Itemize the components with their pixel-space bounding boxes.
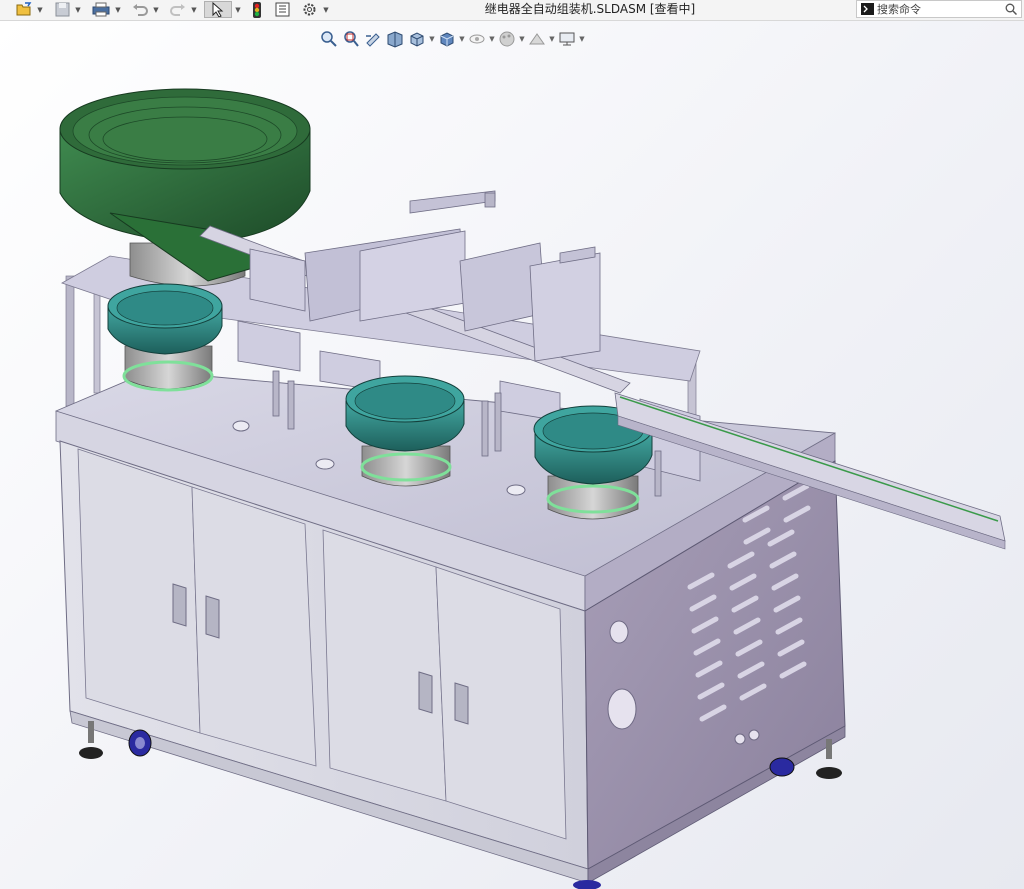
assembly-model[interactable] — [0, 21, 1024, 889]
open-file-icon[interactable] — [14, 1, 34, 18]
traffic-light-icon[interactable] — [248, 1, 266, 18]
frame-post — [65, 275, 75, 407]
chevron-down-icon[interactable]: ▼ — [322, 4, 330, 16]
vibratory-bowl-small[interactable] — [107, 283, 223, 392]
select-arrow-icon[interactable] — [204, 1, 232, 18]
table-hole — [315, 458, 335, 470]
cable-hole — [748, 729, 760, 741]
graphics-area[interactable]: ▼ ▼ ▼ ▼ ▼ ▼ — [0, 21, 1024, 889]
chevron-down-icon[interactable]: ▼ — [190, 4, 198, 16]
options-gear-icon[interactable] — [298, 1, 320, 18]
chevron-down-icon[interactable]: ▼ — [114, 4, 122, 16]
document-title: 继电器全自动组装机.SLDASM [查看中] — [484, 2, 696, 16]
cable-hole — [607, 688, 637, 730]
print-icon[interactable] — [90, 1, 112, 18]
table-hole — [232, 420, 250, 432]
caster-wheel — [769, 757, 795, 777]
chevron-down-icon[interactable]: ▼ — [152, 4, 160, 16]
search-icon[interactable] — [1005, 3, 1017, 15]
chevron-down-icon[interactable]: ▼ — [74, 4, 82, 16]
save-icon[interactable] — [52, 1, 72, 18]
title-bar: ▼ ▼ ▼ ▼ ▼ ▼ ▼ 继电器全自动组装机.SLDASM [查看中] — [0, 0, 1024, 21]
undo-icon[interactable] — [130, 1, 150, 18]
door-handle[interactable] — [454, 682, 469, 725]
caster-wheel — [573, 880, 601, 889]
cable-hole — [609, 620, 629, 644]
search-box[interactable] — [856, 0, 1022, 18]
cabinet-door[interactable] — [322, 529, 447, 802]
search-input[interactable] — [877, 2, 997, 16]
table-hole — [506, 484, 526, 496]
chevron-down-icon[interactable]: ▼ — [234, 4, 242, 16]
chevron-down-icon[interactable]: ▼ — [36, 4, 44, 16]
door-handle[interactable] — [205, 595, 220, 639]
vibratory-bowl-small[interactable] — [345, 375, 465, 487]
door-handle[interactable] — [418, 671, 433, 714]
cable-hole — [734, 733, 746, 745]
redo-icon[interactable] — [168, 1, 188, 18]
caster-wheel — [128, 729, 152, 757]
door-handle[interactable] — [172, 583, 187, 627]
command-prompt-icon — [861, 3, 874, 15]
frame-post — [93, 282, 101, 394]
file-properties-icon[interactable] — [272, 1, 292, 18]
